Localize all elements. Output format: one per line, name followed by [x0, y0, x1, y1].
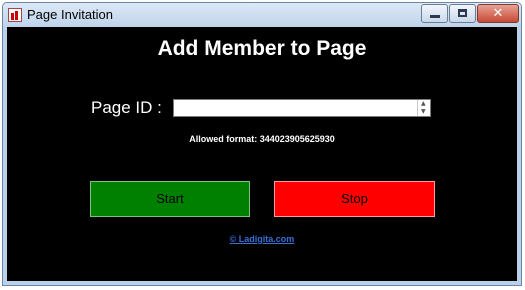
- start-button[interactable]: Start: [90, 181, 250, 217]
- main-panel: Add Member to Page Page ID : ▲ ▼ Allowed…: [7, 27, 517, 281]
- app-icon-bar: [15, 11, 18, 20]
- window-title: Page Invitation: [27, 7, 114, 22]
- page-id-spinner[interactable]: ▲ ▼: [417, 100, 430, 116]
- app-window: Page Invitation ✕ Add Member to Page Pag…: [2, 2, 522, 286]
- app-icon[interactable]: [8, 8, 22, 22]
- close-icon: ✕: [492, 6, 504, 21]
- minimize-button[interactable]: [421, 4, 448, 23]
- spinner-up-icon[interactable]: ▲: [421, 101, 426, 107]
- minimize-icon: [430, 15, 440, 18]
- close-button[interactable]: ✕: [477, 4, 519, 23]
- page-id-label: Page ID :: [91, 98, 162, 117]
- maximize-button[interactable]: [449, 4, 476, 23]
- page-title: Add Member to Page: [157, 37, 367, 60]
- app-icon-bar: [11, 13, 14, 20]
- ladigita-link[interactable]: © Ladigita.com: [7, 234, 517, 244]
- maximize-icon: [458, 9, 467, 17]
- title-bar[interactable]: Page Invitation ✕: [3, 3, 521, 27]
- allowed-format-hint: Allowed format: 344023905625930: [189, 134, 335, 144]
- stop-button[interactable]: Stop: [274, 181, 435, 217]
- spinner-down-icon[interactable]: ▼: [421, 109, 426, 115]
- page-id-input[interactable]: ▲ ▼: [173, 99, 431, 117]
